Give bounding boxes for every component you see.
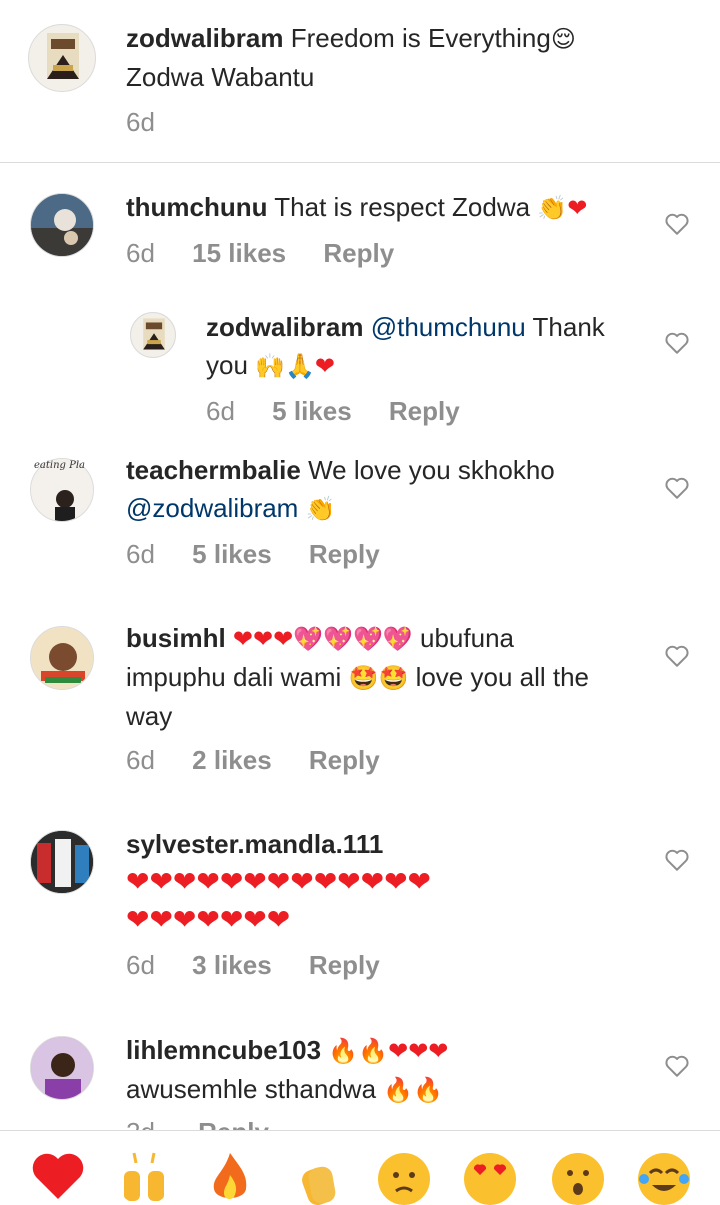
comment-time: 6d <box>126 539 155 569</box>
likes-count[interactable]: 5 likes <box>272 396 352 426</box>
book-cover-icon <box>143 318 165 350</box>
reply-button[interactable]: Reply <box>309 950 380 980</box>
avatar-sign-text: eating Pla <box>34 460 86 471</box>
comment-username[interactable]: teachermbalie <box>126 455 301 485</box>
likes-count[interactable]: 5 likes <box>192 539 272 569</box>
fire-icon <box>213 1153 247 1200</box>
mention-link[interactable]: @zodwalibram <box>126 493 298 523</box>
comment-meta: 2d Reply <box>126 1117 269 1131</box>
reply-button[interactable]: Reply <box>198 1117 269 1131</box>
like-heart-icon[interactable] <box>664 331 690 355</box>
like-heart-icon[interactable] <box>664 644 690 668</box>
comment-text-line2b: love you all the <box>415 662 590 692</box>
photo-icon <box>31 194 93 256</box>
comment-text: Thank <box>532 312 605 342</box>
mention-link[interactable]: @thumchunu <box>371 312 526 342</box>
like-heart-icon[interactable] <box>664 212 690 236</box>
comment-text-line3: way <box>126 701 173 731</box>
comment-meta: 6d 5 likes Reply <box>126 539 410 570</box>
reaction-fire-button[interactable] <box>200 1145 260 1205</box>
relieved-face-icon: 😌 <box>550 25 576 53</box>
comment-text: awusemhle sthandwa <box>126 1074 377 1104</box>
clap-heart-icon: 👏❤ <box>537 194 588 222</box>
clap-icon <box>302 1166 336 1205</box>
like-heart-icon[interactable] <box>664 476 690 500</box>
comment-text: We love you skhokho <box>308 455 555 485</box>
likes-count[interactable]: 3 likes <box>192 950 272 980</box>
photo-icon <box>31 627 93 689</box>
comment-username[interactable]: zodwalibram <box>206 312 363 342</box>
fire-hearts-icon: 🔥🔥❤❤❤ <box>328 1037 449 1065</box>
hearts-sparkling-icon: ❤❤❤💖💖💖💖 <box>232 625 413 653</box>
reply-button[interactable]: Reply <box>309 539 380 569</box>
comment-meta: 6d 2 likes Reply <box>126 745 410 776</box>
clap-icon: 👏 <box>305 495 336 523</box>
reaction-laughing-button[interactable] <box>634 1145 694 1205</box>
raised-hands-icon <box>124 1152 164 1201</box>
hearts-row-icon: ❤❤❤❤❤❤❤❤❤❤❤❤❤ <box>126 865 431 898</box>
reply-button[interactable]: Reply <box>309 745 380 775</box>
avatar-sylvester[interactable] <box>30 830 94 894</box>
quick-reactions-bar <box>0 1130 720 1205</box>
likes-count[interactable]: 15 likes <box>192 238 286 268</box>
raised-hands-pray-heart-icon: 🙌🙏❤ <box>255 352 336 380</box>
comment-time: 6d <box>126 238 155 268</box>
avatar-lihlemncube[interactable] <box>30 1036 94 1100</box>
reaction-heart-eyes-button[interactable] <box>460 1145 520 1205</box>
comment-time: 6d <box>126 950 155 980</box>
star-struck-icon: 🤩🤩 <box>348 664 409 692</box>
reaction-raised-hands-button[interactable] <box>114 1145 174 1205</box>
fire-icon: 🔥🔥 <box>383 1076 444 1104</box>
reply-button[interactable]: Reply <box>389 396 460 426</box>
crying-face-icon <box>378 1153 430 1205</box>
surprised-face-icon <box>552 1153 604 1205</box>
post-caption: zodwalibram Freedom is Everything😌 Zodwa… <box>0 0 720 163</box>
comment-time: 6d <box>126 745 155 775</box>
comment-username[interactable]: sylvester.mandla.111 <box>126 829 383 859</box>
photo-icon <box>31 1037 93 1099</box>
avatar-zodwalibram[interactable] <box>28 24 96 92</box>
caption-line2: Zodwa Wabantu <box>126 62 315 92</box>
caption-time: 6d <box>126 107 155 137</box>
heart-icon <box>32 1153 84 1199</box>
like-heart-icon[interactable] <box>664 1054 690 1078</box>
comment-time: 6d <box>206 396 235 426</box>
hearts-row-icon: ❤❤❤❤❤❤❤ <box>126 903 291 936</box>
avatar-zodwalibram-reply[interactable] <box>130 312 176 358</box>
comment-time: 2d <box>126 1117 155 1131</box>
reply-button[interactable]: Reply <box>323 238 394 268</box>
comment-text: That is respect Zodwa <box>274 192 531 222</box>
likes-count[interactable]: 2 likes <box>192 745 272 775</box>
comment-username[interactable]: busimhl <box>126 623 226 653</box>
tears-of-joy-icon <box>638 1153 690 1205</box>
avatar-thumchunu[interactable] <box>30 193 94 257</box>
comment-meta: 6d 5 likes Reply <box>206 396 490 427</box>
reaction-surprised-button[interactable] <box>548 1145 608 1205</box>
reaction-clap-button[interactable] <box>288 1145 348 1205</box>
caption-text: Freedom is Everything <box>290 23 551 53</box>
like-heart-icon[interactable] <box>664 848 690 872</box>
comment-username[interactable]: lihlemncube103 <box>126 1035 321 1065</box>
comment-text-line2: you <box>206 350 248 380</box>
reaction-crying-button[interactable] <box>374 1145 434 1205</box>
photo-icon <box>31 831 93 893</box>
comment-text: ubufuna <box>420 623 514 653</box>
comment-text-line2: impuphu dali wami <box>126 662 342 692</box>
avatar-busimhl[interactable] <box>30 626 94 690</box>
reaction-heart-button[interactable] <box>28 1145 88 1205</box>
comment-meta: 6d 3 likes Reply <box>126 950 410 981</box>
caption-meta: 6d <box>126 107 185 138</box>
comment-meta: 6d 15 likes Reply <box>126 238 424 269</box>
comment-username[interactable]: thumchunu <box>126 192 268 222</box>
caption-username[interactable]: zodwalibram <box>126 23 283 53</box>
book-cover-icon <box>47 33 79 79</box>
heart-eyes-icon <box>464 1153 516 1205</box>
